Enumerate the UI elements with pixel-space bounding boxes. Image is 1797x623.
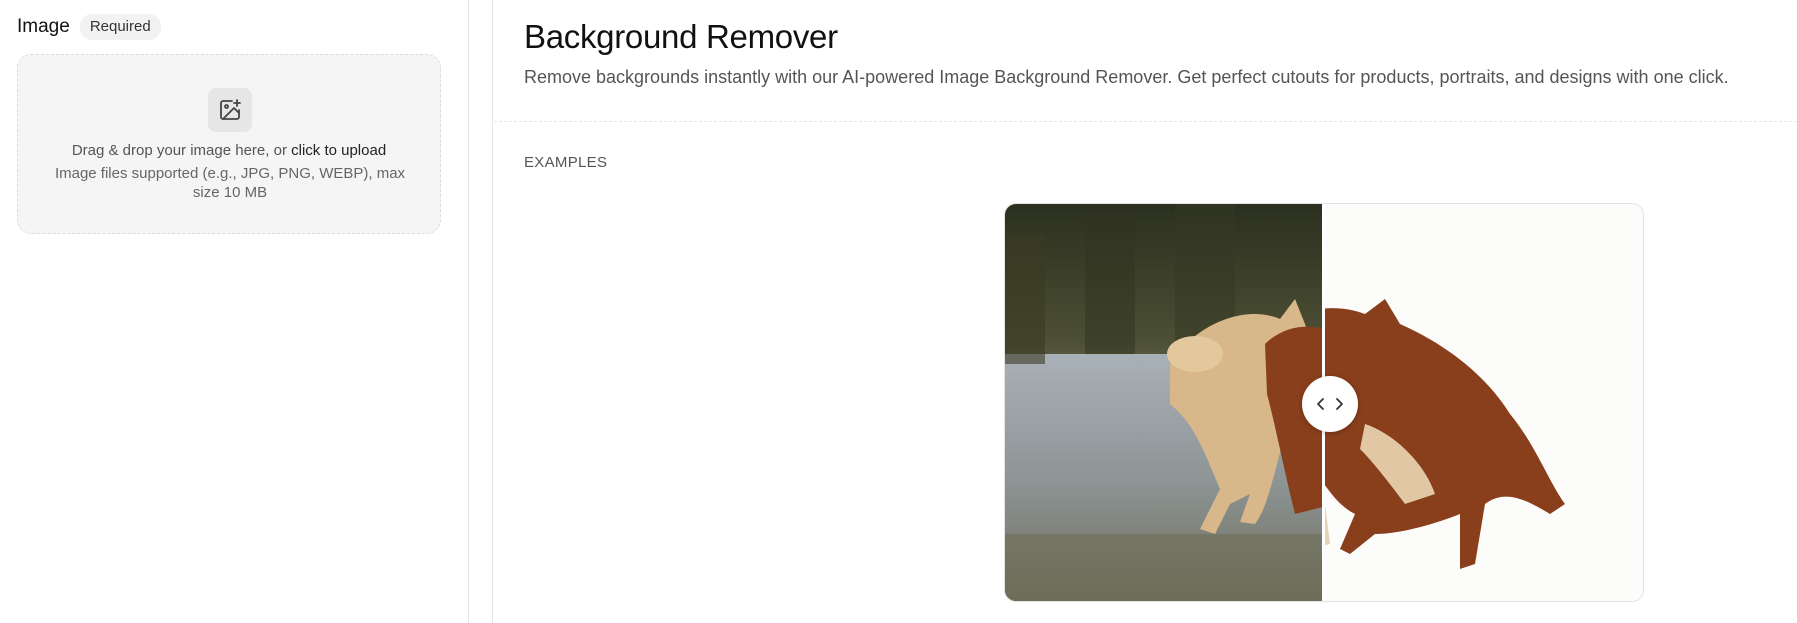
required-badge: Required [79,14,161,40]
page-description: Remove backgrounds instantly with our AI… [524,67,1729,87]
dropzone-hint: Image files supported (e.g., JPG, PNG, W… [54,165,406,201]
main-panel: Background Remover Remove backgrounds in… [494,0,1797,623]
examples-label: EXAMPLES [524,154,608,171]
image-add-icon [208,88,252,132]
header-divider [494,121,1797,122]
click-to-upload-link[interactable]: click to upload [291,142,386,159]
before-after-comparison[interactable] [1004,203,1644,602]
dropzone-prompt-text: Drag & drop your image here, or [71,142,292,159]
chevron-right-icon [1334,397,1344,411]
chevron-left-icon [1316,397,1326,411]
page-title: Background Remover [524,18,838,55]
panel-divider[interactable] [470,0,493,623]
input-panel: Image Required Drag & drop your image he… [0,0,469,623]
comparison-slider-handle[interactable] [1302,376,1358,432]
image-field-header: Image Required [17,14,161,40]
image-dropzone[interactable]: Drag & drop your image here, or click to… [17,54,441,234]
image-field-label: Image [17,16,70,37]
dropzone-prompt: Drag & drop your image here, or click to… [18,141,440,161]
